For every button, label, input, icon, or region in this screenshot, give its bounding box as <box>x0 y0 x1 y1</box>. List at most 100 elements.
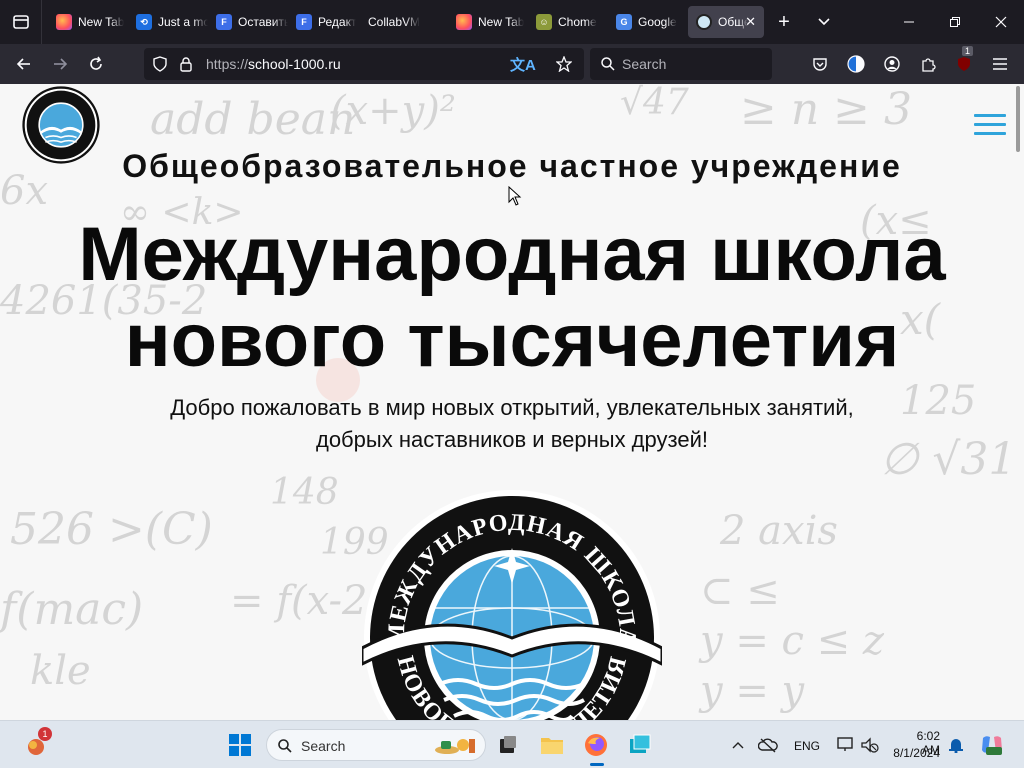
reload-button[interactable] <box>78 48 114 80</box>
puzzle-icon <box>922 58 936 72</box>
firefox-view-button[interactable] <box>0 0 42 44</box>
svg-text:≥ n ≥ 3: ≥ n ≥ 3 <box>740 84 912 135</box>
f-app-icon: F <box>296 14 312 30</box>
widgets-button[interactable]: 1 <box>20 727 52 761</box>
url-host: school-1000.ru <box>248 56 341 72</box>
close-tab-icon[interactable]: ✕ <box>745 14 756 30</box>
school-globe-icon <box>696 14 712 30</box>
taskbar-search-placeholder: Search <box>301 738 346 754</box>
list-all-tabs-button[interactable] <box>804 0 844 44</box>
hamburger-line <box>974 123 1006 126</box>
firefox-icon <box>585 734 607 756</box>
tab[interactable]: CollabVM <box>368 6 448 38</box>
start-button[interactable] <box>224 729 256 761</box>
taskbar-search-box[interactable]: Search <box>266 729 486 761</box>
minimize-icon <box>904 21 914 23</box>
close-icon <box>995 16 1007 28</box>
svg-text:f(mac): f(mac) <box>0 584 143 635</box>
close-window-button[interactable] <box>978 0 1024 44</box>
minimize-button[interactable] <box>886 0 932 44</box>
bookmark-star-icon[interactable] <box>556 56 572 72</box>
svg-text:y = y: y = y <box>698 668 806 714</box>
tab[interactable]: New Tab <box>448 6 528 38</box>
forward-button[interactable] <box>42 48 78 80</box>
ublock-icon <box>958 57 970 71</box>
task-view-button[interactable] <box>492 729 524 761</box>
svg-text:kle: kle <box>30 648 91 694</box>
site-menu-button[interactable] <box>974 114 1006 138</box>
restore-icon <box>950 17 960 27</box>
remote-desktop-button[interactable] <box>624 729 656 761</box>
svg-text:= f(x-2: = f(x-2 <box>230 578 367 624</box>
url-text[interactable]: https://school-1000.ru <box>206 56 341 72</box>
extensions-button[interactable] <box>916 52 940 76</box>
tab-strip: New Tab ⟲ Just a moment F Оставить F Ред… <box>0 0 1024 44</box>
reload-icon <box>90 56 102 70</box>
plus-icon: + <box>778 10 790 33</box>
hamburger-line <box>974 132 1006 135</box>
tab[interactable]: F Редакт <box>288 6 368 38</box>
page-scrollbar[interactable] <box>1016 86 1020 152</box>
search-bar[interactable]: Search <box>590 48 772 80</box>
restore-button[interactable] <box>932 0 978 44</box>
tab[interactable]: F Оставить <box>208 6 288 38</box>
page-subtitle: Общеобразовательное частное учреждение <box>122 148 902 184</box>
tab-title: Just a moment <box>158 15 208 29</box>
school-logo-large: МЕЖДУНАРОДНАЯ ШКОЛА НОВОГО ТЫСЯЧЕЛЕТИЯ <box>362 490 662 720</box>
search-icon <box>278 739 292 753</box>
shield-icon[interactable] <box>152 56 168 72</box>
firefox-icon <box>56 14 72 30</box>
input-language-indicator[interactable]: ENG <box>794 739 820 753</box>
web-page: add bean (x+y)² √47 ≥ n ≥ 3 6x ∞ <k> (x≤… <box>0 84 1024 720</box>
tab-title: New Tab <box>78 15 125 29</box>
account-button[interactable] <box>880 52 904 76</box>
welcome-text: Добро пожаловать в мир новых открытий, у… <box>0 392 1024 456</box>
firefox-taskbar-button[interactable] <box>580 729 612 766</box>
new-tab-button[interactable]: + <box>764 0 804 44</box>
volume-button[interactable] <box>854 729 886 761</box>
svg-text:526 >(C): 526 >(C) <box>10 504 213 555</box>
search-highlight-icon <box>435 739 475 754</box>
pocket-icon <box>813 58 827 71</box>
address-bar[interactable]: https://school-1000.ru 文A <box>144 48 584 80</box>
show-hidden-icons-button[interactable] <box>722 729 754 761</box>
clock-date[interactable]: 8/1/2024 <box>892 746 940 760</box>
extension-count-badge: 1 <box>962 46 974 56</box>
running-indicator <box>590 763 604 766</box>
page-title: Международная школа нового тысячелетия <box>0 212 1024 384</box>
copilot-icon <box>982 736 1002 755</box>
file-explorer-button[interactable] <box>536 729 568 761</box>
notifications-button[interactable] <box>940 729 972 761</box>
hamburger-line <box>974 114 1006 117</box>
tab-title: Редакт <box>318 15 357 29</box>
chevron-down-icon <box>818 18 830 26</box>
ublock-button[interactable]: 1 <box>952 46 976 76</box>
folder-icon <box>541 738 563 754</box>
lock-icon[interactable] <box>178 56 194 72</box>
tab-title: Google <box>638 15 677 29</box>
tab[interactable]: ⟲ Just a moment <box>128 6 208 38</box>
copilot-button[interactable] <box>976 729 1008 761</box>
tab[interactable]: New Tab <box>48 6 128 38</box>
mouse-cursor-icon <box>508 186 522 206</box>
google-translate-icon: G <box>616 14 632 30</box>
pocket-button[interactable] <box>808 52 832 76</box>
back-arrow-icon <box>16 58 30 70</box>
translate-icon[interactable]: 文A <box>510 54 536 75</box>
firefox-view-icon <box>12 15 29 29</box>
tab[interactable]: G Google <box>608 6 688 38</box>
remote-desktop-icon <box>630 734 651 753</box>
search-placeholder: Search <box>622 56 667 72</box>
notification-badge: 1 <box>38 727 52 741</box>
tab-active[interactable]: Обще ✕ <box>688 6 764 38</box>
onedrive-button[interactable] <box>752 729 784 761</box>
dark-reader-button[interactable] <box>844 52 868 76</box>
svg-text:(x+y)²: (x+y)² <box>330 88 456 134</box>
tab[interactable]: ☺ Chome <box>528 6 608 38</box>
chome-icon: ☺ <box>536 14 552 30</box>
app-menu-button[interactable] <box>988 52 1012 76</box>
url-scheme: https:// <box>206 56 249 72</box>
page-title-line: нового тысячелетия <box>124 298 900 383</box>
back-button[interactable] <box>6 48 42 80</box>
tab-title: Оставить <box>238 15 288 29</box>
